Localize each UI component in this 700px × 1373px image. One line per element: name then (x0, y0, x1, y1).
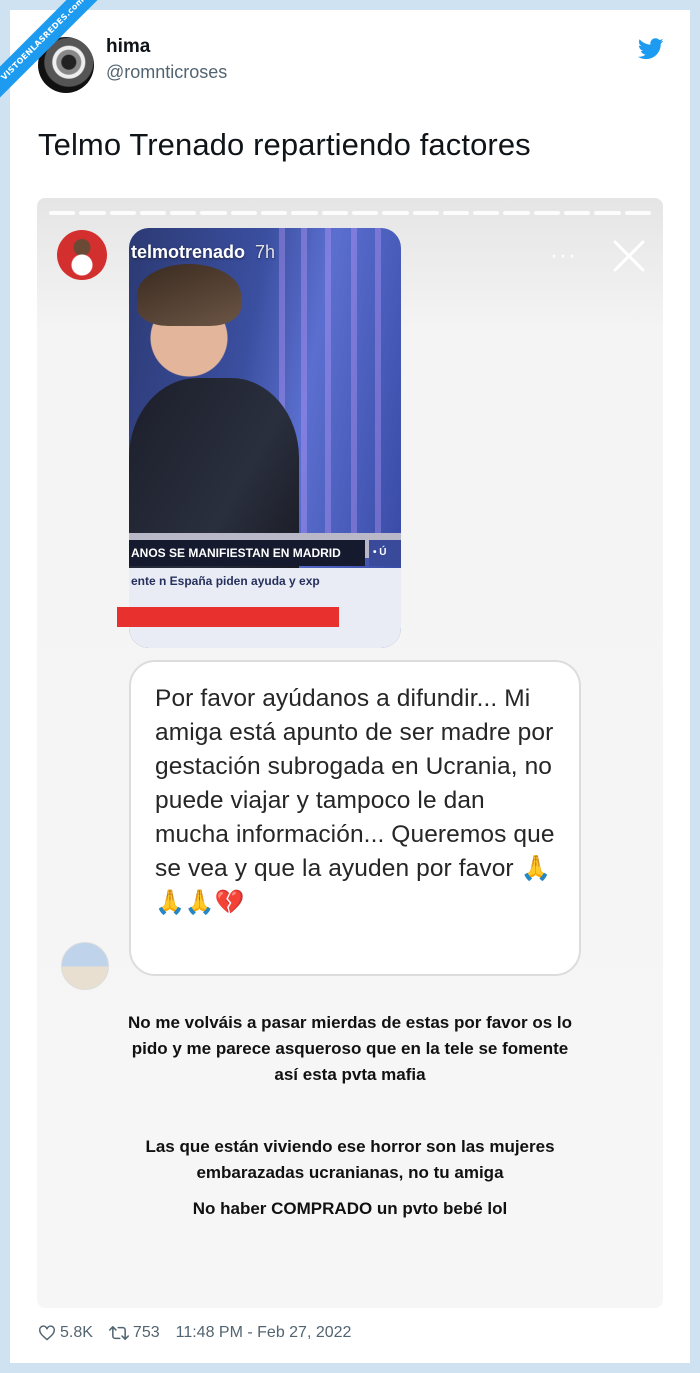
watermark-text: VISTOENLASREDES.com (0, 0, 100, 100)
story-avatar (57, 230, 107, 280)
sender-avatar (61, 942, 109, 990)
message-text: Por favor ayúdanos a difundir... Mi amig… (155, 682, 555, 886)
emoji-row: 🙏🙏💔 (155, 886, 555, 920)
close-icon[interactable] (609, 236, 649, 276)
story-username[interactable]: telmotrenado 7h (131, 242, 275, 263)
story-time: 7h (255, 242, 276, 262)
retweet-count: 753 (132, 1324, 160, 1341)
presenter-hair (137, 264, 241, 326)
story-screenshot[interactable]: ANOS SE MANIFIESTAN EN MADRID • Ú ente n… (37, 198, 663, 1308)
like-count: 5.8K (60, 1324, 93, 1341)
story-caption-1: No me volváis a pasar mierdas de estas p… (127, 1013, 573, 1084)
message-bubble: Por favor ayúdanos a difundir... Mi amig… (129, 660, 581, 976)
tweet-card: hima @romnticroses Telmo Trenado reparti… (10, 10, 690, 1363)
broken-heart-emoji: 💔 (214, 889, 245, 916)
twitter-bird-icon[interactable] (638, 38, 664, 60)
pray-emoji: 🙏 (520, 855, 552, 882)
shared-video: ANOS SE MANIFIESTAN EN MADRID • Ú ente n… (129, 228, 401, 648)
story-progress (49, 211, 651, 215)
user-handle[interactable]: @romnticroses (106, 62, 227, 83)
retweet-icon (108, 1326, 129, 1340)
retweet-button[interactable]: 753 (108, 1324, 160, 1342)
tweet-timestamp[interactable]: 11:48 PM - Feb 27, 2022 (176, 1324, 352, 1342)
story-username-text: telmotrenado (131, 242, 246, 262)
like-button[interactable]: 5.8K (38, 1324, 93, 1342)
story-caption-3: No haber COMPRADO un pvto bebé lol (192, 1199, 508, 1218)
user-name[interactable]: hima (106, 36, 150, 58)
news-headline: ANOS SE MANIFIESTAN EN MADRID (129, 540, 365, 566)
ticker-text: ente n España piden ayuda y exp (131, 574, 320, 588)
message-body: Por favor ayúdanos a difundir... Mi amig… (155, 685, 555, 882)
news-tag: • Ú (369, 540, 401, 566)
tweet-text: Telmo Trenado repartiendo factores (38, 127, 531, 162)
story-caption-2: Las que están viviendo ese horror son la… (145, 1137, 555, 1182)
pray-emoji-row: 🙏🙏 (155, 889, 215, 916)
more-options-icon[interactable]: ··· (550, 242, 577, 270)
tweet-footer: 5.8K 753 11:48 PM - Feb 27, 2022 (38, 1324, 351, 1342)
watermark: VISTOENLASREDES.com (0, 0, 100, 100)
redaction-bar (117, 607, 339, 627)
heart-icon (39, 1325, 55, 1341)
